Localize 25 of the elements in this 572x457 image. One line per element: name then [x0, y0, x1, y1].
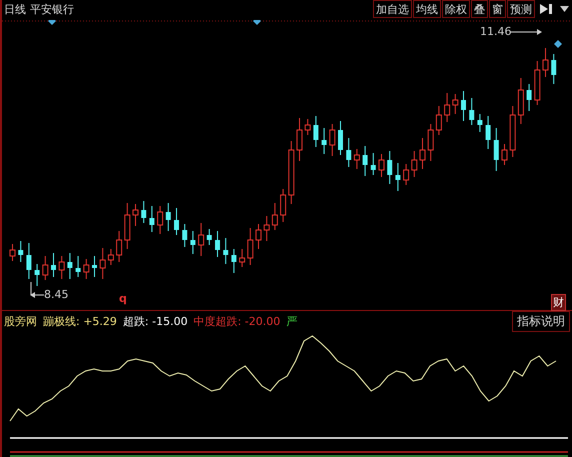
indicator-help-button[interactable]: 指标说明 [512, 310, 570, 332]
toolbar-button[interactable]: 均线 [413, 0, 441, 18]
arrow-line [30, 282, 44, 298]
price-label: 8.45 [44, 288, 68, 301]
arrow-line [510, 29, 542, 35]
indicator-value: 中度超跌: -20.00 [194, 314, 280, 328]
skip-to-end-icon[interactable] [539, 3, 553, 15]
indicator-name: 股旁网 [4, 314, 37, 328]
dropdown-icon[interactable] [560, 6, 569, 12]
toolbar-button[interactable]: 叠 [471, 0, 488, 18]
period-label: 日线 [4, 2, 26, 17]
toolbar-button[interactable]: 预测 [507, 0, 535, 18]
diamond-marker [554, 40, 562, 48]
diamond-marker [48, 20, 56, 25]
toolbar-button[interactable]: 除权 [442, 0, 470, 18]
indicator-value: 蹦极线: +5.29 [43, 314, 117, 328]
stock-name: 平安银行 [30, 2, 74, 17]
indicator-value: 超跌: -15.00 [122, 314, 188, 328]
toolbar-button[interactable]: 加自选 [373, 0, 412, 18]
finance-badge[interactable]: 财 [551, 294, 566, 311]
signal-label: 严 [286, 314, 298, 328]
marker-label: q [119, 292, 127, 305]
diamond-marker [253, 20, 261, 25]
toolbar-button[interactable]: 窗 [489, 0, 506, 18]
price-label: 11.46 [480, 25, 512, 38]
